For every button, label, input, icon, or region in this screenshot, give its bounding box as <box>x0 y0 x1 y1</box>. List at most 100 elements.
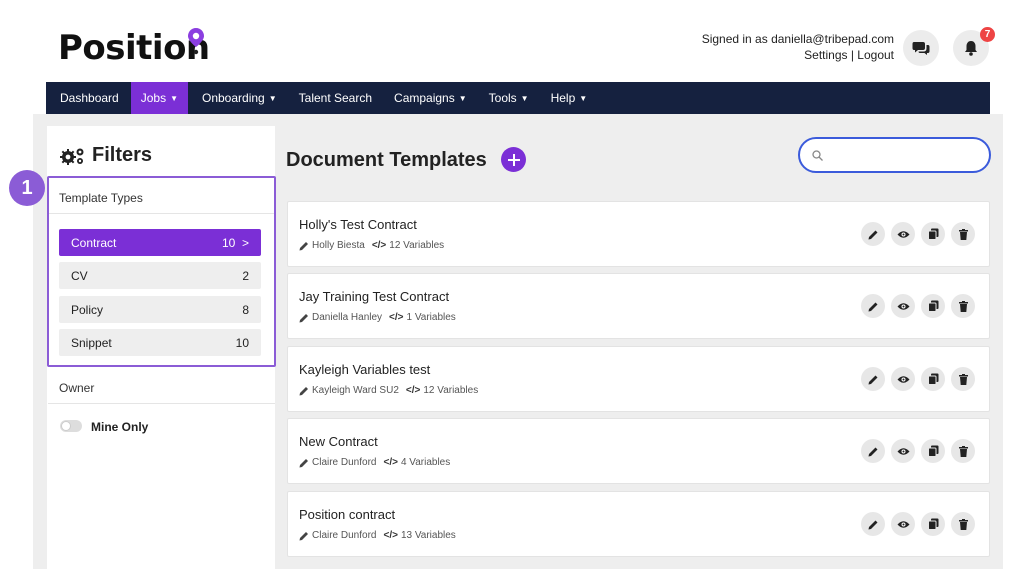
pencil-icon <box>868 230 877 239</box>
template-actions <box>861 222 975 246</box>
copy-button[interactable] <box>921 367 945 391</box>
template-variables: 13 Variables <box>400 530 456 541</box>
template-card[interactable]: Holly's Test Contract Holly Biesta </> 1… <box>287 201 990 267</box>
template-author: Kayleigh Ward SU2 <box>312 385 399 396</box>
eye-icon <box>897 302 909 310</box>
nav-item-jobs[interactable]: Jobs ▼ <box>130 82 188 114</box>
template-title[interactable]: Holly's Test Contract <box>299 217 417 232</box>
code-icon: </> <box>383 457 398 468</box>
logout-link[interactable]: Logout <box>857 48 894 62</box>
step-badge: 1 <box>9 170 45 206</box>
template-card[interactable]: Position contract Claire Dunford </> 13 … <box>287 491 990 557</box>
nav-item-talent-search[interactable]: Talent Search <box>299 82 384 114</box>
template-author: Claire Dunford <box>312 457 377 468</box>
template-actions <box>861 512 975 536</box>
view-button[interactable] <box>891 222 915 246</box>
signed-in-text: Signed in as daniella@tribepad.com <box>701 32 894 46</box>
template-card[interactable]: Kayleigh Variables test Kayleigh Ward SU… <box>287 346 990 412</box>
code-icon: </> <box>371 240 387 251</box>
filters-title: Filters <box>60 144 152 167</box>
edit-button[interactable] <box>861 222 885 246</box>
copy-icon <box>927 300 938 312</box>
copy-button[interactable] <box>921 439 945 463</box>
eye-icon <box>897 230 909 238</box>
edit-button[interactable] <box>861 512 885 536</box>
view-button[interactable] <box>891 439 915 463</box>
bell-icon <box>965 41 977 56</box>
highlight-box <box>47 176 276 367</box>
signed-in-info: Signed in as daniella@tribepad.com Setti… <box>702 31 894 63</box>
template-variables: 12 Variables <box>389 240 445 251</box>
chat-icon <box>912 42 930 55</box>
filters-title-text: Filters <box>92 144 153 166</box>
pencil-icon <box>299 458 308 467</box>
delete-button[interactable] <box>951 439 975 463</box>
template-author: Claire Dunford <box>312 530 377 541</box>
template-card[interactable]: New Contract Claire Dunford </> 4 Variab… <box>287 418 990 484</box>
messages-button[interactable] <box>903 30 939 66</box>
trash-icon <box>958 445 968 457</box>
template-meta: Holly Biesta </> 12 Variables <box>299 240 444 251</box>
mine-only-toggle[interactable] <box>60 420 82 432</box>
copy-icon <box>927 228 938 240</box>
gears-icon <box>60 148 84 165</box>
template-title[interactable]: Kayleigh Variables test <box>299 362 430 377</box>
view-button[interactable] <box>891 367 915 391</box>
notification-count-badge: 7 <box>980 27 995 42</box>
trash-icon <box>958 518 968 530</box>
code-icon: </> <box>389 312 404 323</box>
copy-button[interactable] <box>921 294 945 318</box>
edit-button[interactable] <box>861 439 885 463</box>
edit-button[interactable] <box>861 294 885 318</box>
edit-button[interactable] <box>861 367 885 391</box>
nav-item-dashboard[interactable]: Dashboard <box>60 82 131 114</box>
delete-button[interactable] <box>951 222 975 246</box>
view-button[interactable] <box>891 512 915 536</box>
nav-item-campaigns[interactable]: Campaigns ▼ <box>394 82 479 114</box>
copy-icon <box>927 373 938 385</box>
add-template-button[interactable] <box>501 147 526 172</box>
delete-button[interactable] <box>951 512 975 536</box>
eye-icon <box>897 520 909 528</box>
code-icon: </> <box>405 385 421 396</box>
eye-icon <box>897 447 909 455</box>
template-title[interactable]: Position contract <box>299 507 395 522</box>
copy-icon <box>927 445 938 457</box>
location-pin-icon <box>188 28 204 55</box>
template-variables: 1 Variables <box>406 312 456 323</box>
search-input[interactable] <box>831 147 971 163</box>
pencil-icon <box>299 241 308 250</box>
delete-button[interactable] <box>951 294 975 318</box>
caret-down-icon: ▼ <box>520 93 529 103</box>
template-meta: Daniella Hanley </> 1 Variables <box>299 312 456 323</box>
caret-down-icon: ▼ <box>458 93 467 103</box>
template-actions <box>861 367 975 391</box>
template-author: Daniella Hanley <box>312 312 383 323</box>
copy-button[interactable] <box>921 222 945 246</box>
caret-down-icon: ▼ <box>268 93 277 103</box>
copy-button[interactable] <box>921 512 945 536</box>
main-nav: Dashboard Jobs ▼ Onboarding ▼ Talent Searc… <box>46 82 990 114</box>
nav-item-onboarding[interactable]: Onboarding ▼ <box>202 82 289 114</box>
copy-icon <box>927 518 938 530</box>
template-title[interactable]: New Contract <box>299 434 378 449</box>
caret-down-icon: ▼ <box>579 93 588 103</box>
template-meta: Kayleigh Ward SU2 </> 12 Variables <box>299 385 478 396</box>
search-icon <box>812 149 823 161</box>
delete-button[interactable] <box>951 367 975 391</box>
pencil-icon <box>868 447 877 456</box>
search-box[interactable] <box>798 137 991 173</box>
template-title[interactable]: Jay Training Test Contract <box>299 289 449 304</box>
template-meta: Claire Dunford </> 13 Variables <box>299 530 456 541</box>
caret-down-icon: ▼ <box>170 93 178 103</box>
pencil-icon <box>868 302 877 311</box>
trash-icon <box>958 373 968 385</box>
pencil-icon <box>868 520 877 529</box>
template-variables: 12 Variables <box>423 385 479 396</box>
nav-item-tools[interactable]: Tools ▼ <box>489 82 541 114</box>
mine-only-label: Mine Only <box>91 420 149 434</box>
template-card[interactable]: Jay Training Test Contract Daniella Hanl… <box>287 273 990 339</box>
view-button[interactable] <box>891 294 915 318</box>
settings-link[interactable]: Settings <box>804 48 847 62</box>
nav-item-help[interactable]: Help ▼ <box>551 82 600 114</box>
